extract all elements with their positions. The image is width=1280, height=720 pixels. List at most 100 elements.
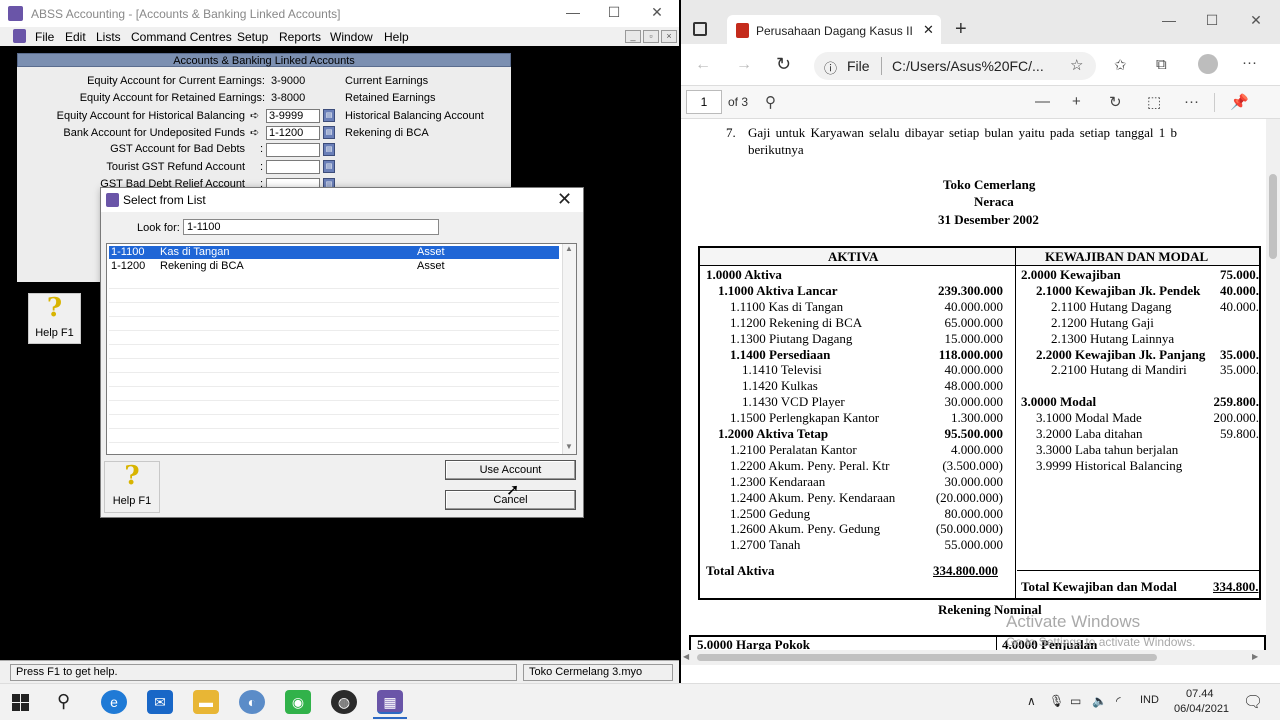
arrow-right-icon[interactable]: ➪ [250, 109, 259, 122]
back-icon[interactable]: ← [695, 56, 711, 74]
menu-window[interactable]: Window [330, 30, 373, 44]
scroll-right-icon[interactable]: ▶ [1252, 652, 1258, 661]
tray-chevron-icon[interactable]: ∧ [1027, 694, 1036, 708]
aktiva-row-amount: 95.500.000 [944, 426, 1004, 441]
language-indicator[interactable]: IND [1140, 694, 1159, 706]
total-right-rule [1017, 570, 1261, 571]
tab-actions-icon[interactable] [693, 22, 707, 36]
list-gridline [109, 400, 559, 401]
minimize-icon[interactable]: — [553, 4, 593, 20]
look-for-input[interactable]: 1-1100 [183, 219, 439, 235]
control-panel-icon[interactable]: ◐ [239, 690, 265, 714]
mdi-close-icon[interactable]: × [661, 30, 677, 43]
microphone-icon[interactable]: 🎙 [1049, 694, 1064, 708]
obs-icon[interactable]: ◍ [331, 690, 357, 714]
aktiva-row-amount: 80.000.000 [944, 505, 1004, 521]
mail-icon[interactable]: ✉ [147, 690, 173, 714]
pdf-more-icon[interactable]: ··· [1184, 93, 1199, 110]
zoom-out-icon[interactable]: — [1035, 93, 1050, 110]
help-f1-button[interactable]: ? Help F1 [28, 293, 81, 344]
historical-account-field[interactable]: 3-9999 [266, 109, 320, 123]
tab-close-icon[interactable]: ✕ [923, 22, 934, 38]
browser-tab[interactable]: Perusahaan Dagang Kasus II (UT ✕ [727, 15, 941, 45]
start-icon[interactable] [12, 694, 29, 711]
tourist-gst-field[interactable] [266, 160, 320, 174]
rotate-icon[interactable]: ↻ [1109, 93, 1122, 111]
more-icon[interactable]: ··· [1242, 54, 1257, 71]
scroll-down-icon[interactable]: ▼ [565, 442, 573, 451]
aktiva-row-label: 1.2200 Akum. Peny. Peral. Ktr [730, 457, 890, 473]
aktiva-row-amount: (20.000.000) [935, 489, 1003, 505]
scroll-thumb[interactable] [1269, 174, 1277, 259]
list-item[interactable]: 1-1200 Rekening di BCA Asset [109, 260, 559, 273]
close-icon[interactable]: ✕ [637, 4, 677, 21]
search-icon[interactable]: ⚲ [765, 93, 776, 111]
pdf-vertical-scrollbar[interactable] [1266, 119, 1280, 650]
green-app-icon[interactable]: ◉ [285, 690, 311, 714]
account-list[interactable]: 1-1100 Kas di Tangan Asset 1-1200 Rekeni… [106, 243, 577, 455]
scroll-left-icon[interactable]: ◀ [683, 652, 689, 661]
list-item[interactable]: 1-1100 Kas di Tangan Asset [109, 246, 559, 259]
scroll-up-icon[interactable]: ▲ [565, 244, 573, 253]
mdi-minimize-icon[interactable]: _ [625, 30, 641, 43]
dialog-help-f1-button[interactable]: ? Help F1 [104, 461, 160, 513]
gst-bad-debts-list-button[interactable]: ▤ [323, 143, 335, 156]
mdi-restore-icon[interactable]: ▫ [643, 30, 659, 43]
menu-lists[interactable]: Lists [96, 30, 121, 44]
pin-icon[interactable]: 📌 [1230, 93, 1249, 111]
doc-company: Toko Cemerlang [943, 177, 1036, 192]
profile-avatar[interactable] [1198, 54, 1218, 74]
undeposited-list-button[interactable]: ▤ [323, 126, 335, 139]
list-scrollbar[interactable]: ▲ ▼ [562, 244, 576, 454]
forward-icon[interactable]: → [736, 56, 752, 74]
tourist-gst-list-button[interactable]: ▤ [323, 160, 335, 173]
address-bar[interactable]: ⓘ File C:/Users/Asus%20FC/... [814, 52, 1096, 80]
abss-title-bar[interactable]: ABSS Accounting - [Accounts & Banking Li… [0, 0, 679, 27]
list-item-type: Asset [417, 260, 445, 272]
page-number-input[interactable]: 1 [686, 90, 722, 114]
abss-taskbar-icon[interactable]: ▦ [377, 690, 403, 714]
total-aktiva-amount: 334.800.000 [933, 563, 998, 578]
kewajiban-row-amount: 40.000. [1220, 282, 1259, 298]
menu-help[interactable]: Help [384, 30, 409, 44]
menu-command-centres[interactable]: Command Centres [131, 30, 232, 44]
edge-minimize-icon[interactable]: — [1149, 12, 1189, 28]
power-icon[interactable]: ▭ [1070, 694, 1081, 708]
menu-edit[interactable]: Edit [65, 30, 86, 44]
wifi-icon[interactable]: ◜ [1116, 694, 1121, 708]
clock-date[interactable]: 06/04/2021 [1174, 703, 1229, 715]
file-explorer-icon[interactable]: ▬ [193, 690, 219, 714]
search-icon[interactable]: ⚲ [57, 691, 70, 712]
menu-setup[interactable]: Setup [237, 30, 268, 44]
undeposited-account-field[interactable]: 1-1200 [266, 126, 320, 140]
row-name-current-earnings: Current Earnings [345, 75, 429, 87]
dialog-close-icon[interactable]: ✕ [557, 189, 572, 210]
maximize-icon[interactable]: ☐ [594, 4, 634, 21]
edge-close-icon[interactable]: ✕ [1236, 12, 1276, 29]
list-item-name: Rekening di BCA [160, 260, 244, 272]
gst-bad-debts-field[interactable] [266, 143, 320, 157]
pdf-horizontal-scrollbar[interactable]: ◀ ▶ [681, 650, 1280, 665]
refresh-icon[interactable]: ↻ [776, 54, 791, 75]
kewajiban-row-amount: 35.000. [1220, 346, 1259, 362]
volume-icon[interactable]: 🔈 [1092, 694, 1107, 708]
dialog-title-bar[interactable]: Select from List ✕ [101, 188, 583, 212]
notification-icon[interactable]: 🗨 [1243, 692, 1263, 712]
total-kewajiban-label: Total Kewajiban dan Modal [1021, 579, 1177, 594]
list-gridline [109, 372, 559, 373]
historical-list-button[interactable]: ▤ [323, 109, 335, 122]
favorites-icon[interactable]: ✩ [1114, 56, 1127, 74]
menu-file[interactable]: File [35, 30, 54, 44]
edge-maximize-icon[interactable]: ☐ [1192, 12, 1232, 29]
collections-icon[interactable]: ⧉ [1156, 56, 1167, 73]
edge-taskbar-icon[interactable]: e [101, 690, 127, 714]
new-tab-icon[interactable]: + [955, 18, 967, 41]
menu-reports[interactable]: Reports [279, 30, 321, 44]
arrow-right-icon[interactable]: ➪ [250, 126, 259, 139]
clock-time[interactable]: 07.44 [1186, 688, 1214, 700]
zoom-in-icon[interactable]: + [1072, 93, 1081, 110]
favorite-add-icon[interactable]: ☆ [1070, 56, 1083, 74]
fit-page-icon[interactable]: ⬚ [1147, 93, 1161, 111]
scroll-thumb[interactable] [697, 654, 1157, 661]
use-account-button[interactable]: Use Account [445, 460, 576, 480]
